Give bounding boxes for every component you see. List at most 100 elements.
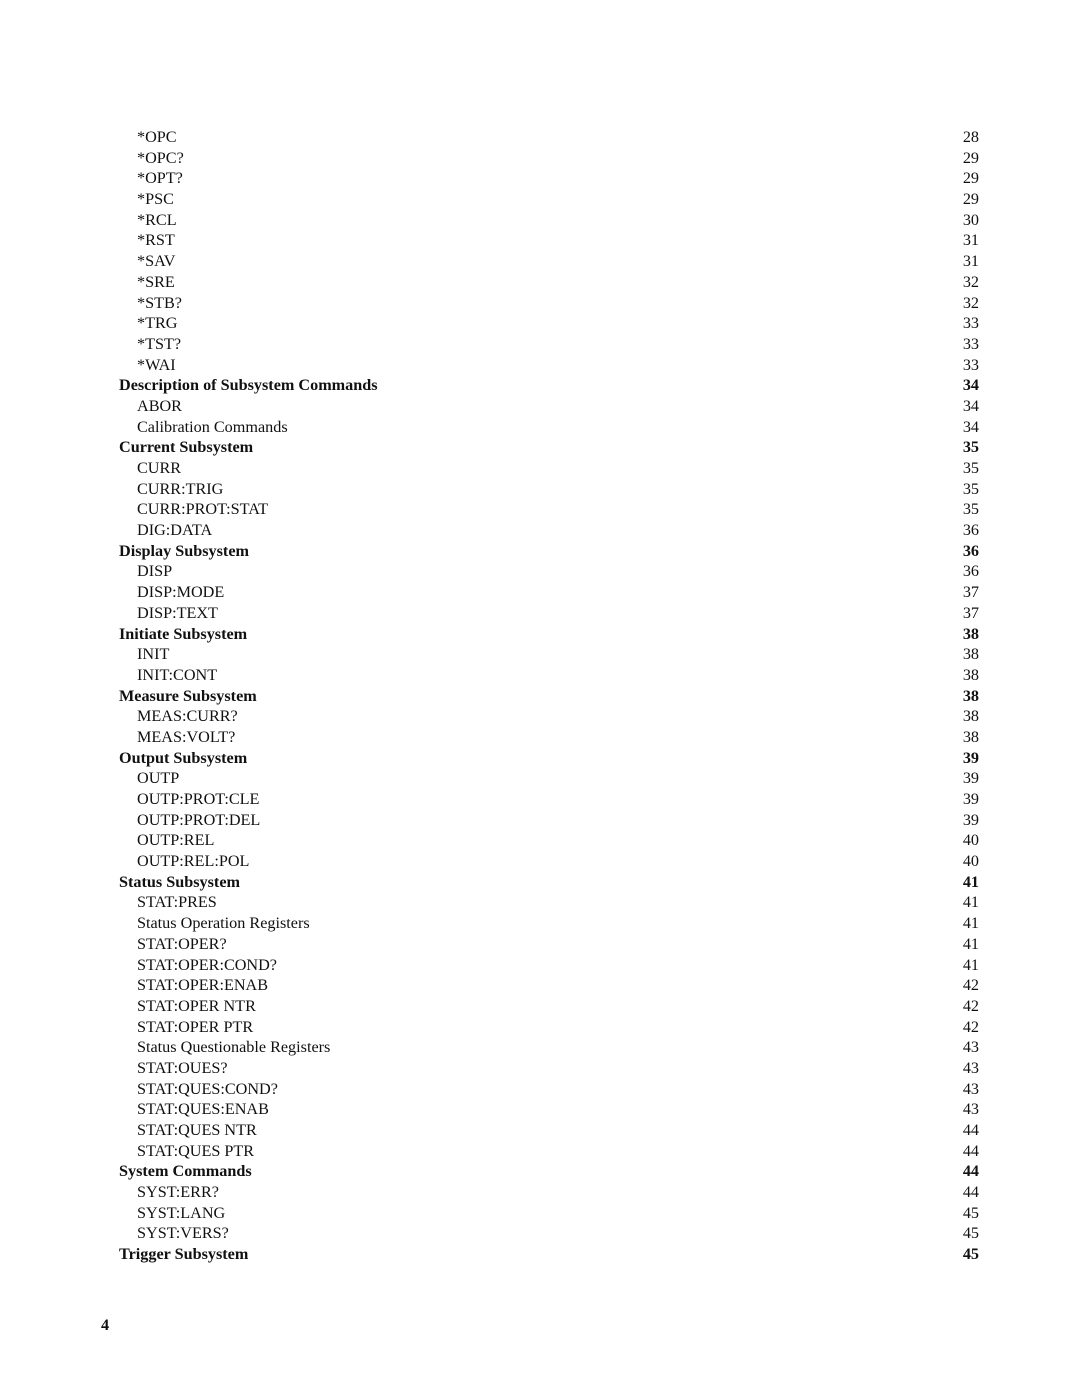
toc-entry-page-number: 38 (962, 727, 979, 746)
toc-entry-label: STAT:OPER:COND? (137, 955, 277, 974)
toc-entry-label: MEAS:CURR? (137, 707, 238, 726)
toc-entry-page-number: 35 (962, 500, 979, 519)
toc-entry[interactable]: OUTP:REL 40 (119, 830, 979, 851)
toc-entry[interactable]: SYST:ERR? 44 (119, 1182, 979, 1203)
toc-entry[interactable]: ABOR 34 (119, 396, 979, 417)
toc-entry[interactable]: DISP 36 (119, 561, 979, 582)
toc-entry[interactable]: OUTP 39 (119, 768, 979, 789)
toc-entry-label: *RST (137, 231, 175, 250)
toc-entry-page-number: 30 (962, 210, 979, 229)
toc-entry-page-number: 43 (962, 1058, 979, 1077)
toc-entry-page-number: 33 (962, 334, 979, 353)
toc-entry[interactable]: STAT:QUES:ENAB 43 (119, 1099, 979, 1120)
toc-entry-label: OUTP:PROT:CLE (137, 790, 260, 808)
toc-section-heading[interactable]: Description of Subsystem Commands 34 (119, 375, 979, 396)
toc-entry[interactable]: MEAS:CURR? 38 (119, 706, 979, 727)
toc-entry[interactable]: STAT:QUES PTR 44 (119, 1141, 979, 1162)
toc-entry[interactable]: STAT:OPER:COND? 41 (119, 955, 979, 976)
toc-entry-label: INIT (137, 645, 170, 664)
toc-entry[interactable]: *WAI 33 (119, 355, 979, 376)
toc-entry-page-number: 32 (962, 293, 979, 312)
toc-entry-page-number: 39 (962, 769, 979, 788)
toc-entry-label: *STB? (137, 293, 182, 312)
toc-section-heading[interactable]: Initiate Subsystem 38 (119, 624, 979, 645)
toc-entry-page-number: 41 (962, 914, 979, 933)
toc-entry-page-number: 40 (962, 852, 979, 871)
toc-entry-label: STAT:QUES PTR (137, 1141, 255, 1160)
toc-entry[interactable]: INIT:CONT 38 (119, 665, 979, 686)
toc-section-heading[interactable]: System Commands 44 (119, 1161, 979, 1182)
toc-entry[interactable]: *SRE 32 (119, 272, 979, 293)
toc-entry[interactable]: CURR:PROT:STAT 35 (119, 499, 979, 520)
toc-entry-page-number: 42 (962, 976, 979, 995)
toc-entry[interactable]: *OPC 28 (119, 127, 979, 148)
toc-entry-page-number: 44 (962, 1121, 979, 1139)
toc-entry-label: DISP (137, 562, 173, 581)
toc-entry[interactable]: Calibration Commands 34 (119, 417, 979, 438)
toc-entry[interactable]: Status Operation Registers 41 (119, 913, 979, 934)
toc-entry[interactable]: DIG:DATA 36 (119, 520, 979, 541)
toc-entry[interactable]: MEAS:VOLT? 38 (119, 727, 979, 748)
toc-entry[interactable]: DISP:MODE 37 (119, 582, 979, 603)
toc-entry-label: STAT:OPER PTR (137, 1017, 254, 1036)
toc-entry-page-number: 38 (962, 624, 979, 643)
toc-entry[interactable]: *OPT? 29 (119, 168, 979, 189)
toc-entry-label: SYST:ERR? (137, 1183, 219, 1202)
toc-entry[interactable]: CURR:TRIG 35 (119, 479, 979, 500)
toc-section-heading[interactable]: Output Subsystem 39 (119, 748, 979, 769)
toc-entry-label: STAT:OPER NTR (137, 996, 256, 1015)
toc-entry[interactable]: STAT:OPER? 41 (119, 934, 979, 955)
toc-entry-label: Display Subsystem (119, 541, 249, 560)
toc-entry-page-number: 39 (962, 790, 979, 808)
toc-entry[interactable]: STAT:QUES:COND? 43 (119, 1079, 979, 1100)
toc-entry-page-number: 35 (962, 459, 979, 477)
page-number: 4 (101, 1316, 110, 1334)
toc-entry-label: Status Operation Registers (137, 914, 310, 933)
toc-entry-page-number: 29 (962, 190, 979, 209)
toc-entry-page-number: 44 (962, 1162, 979, 1181)
toc-entry-label: System Commands (119, 1162, 252, 1181)
toc-entry[interactable]: *TST? 33 (119, 334, 979, 355)
toc-entry[interactable]: SYST:VERS? 45 (119, 1223, 979, 1244)
toc-entry-page-number: 36 (962, 521, 979, 540)
toc-entry-label: OUTP:PROT:DEL (137, 810, 261, 829)
toc-entry-page-number: 37 (962, 583, 979, 602)
toc-entry[interactable]: INIT 38 (119, 644, 979, 665)
toc-entry[interactable]: STAT:OUES? 43 (119, 1058, 979, 1079)
toc-entry[interactable]: *RCL 30 (119, 210, 979, 231)
toc-entry[interactable]: STAT:OPER:ENAB 42 (119, 975, 979, 996)
toc-entry-label: OUTP:REL:POL (137, 852, 250, 871)
toc-entry-page-number: 43 (962, 1038, 979, 1057)
toc-entry[interactable]: OUTP:PROT:DEL 39 (119, 810, 979, 831)
toc-section-heading[interactable]: Status Subsystem 41 (119, 872, 979, 893)
toc-entry-label: CURR:TRIG (137, 479, 224, 498)
toc-entry-page-number: 38 (962, 686, 979, 705)
toc-entry-label: CURR:PROT:STAT (137, 500, 269, 519)
toc-entry-page-number: 39 (962, 810, 979, 829)
toc-entry[interactable]: CURR 35 (119, 458, 979, 479)
toc-entry[interactable]: *TRG 33 (119, 313, 979, 334)
toc-entry[interactable]: *OPC? 29 (119, 148, 979, 169)
toc-entry[interactable]: STAT:PRES 41 (119, 892, 979, 913)
toc-entry[interactable]: DISP:TEXT 37 (119, 603, 979, 624)
toc-entry[interactable]: OUTP:REL:POL 40 (119, 851, 979, 872)
toc-entry[interactable]: OUTP:PROT:CLE 39 (119, 789, 979, 810)
toc-entry[interactable]: *SAV 31 (119, 251, 979, 272)
toc-entry[interactable]: SYST:LANG 45 (119, 1203, 979, 1224)
toc-entry[interactable]: STAT:QUES NTR 44 (119, 1120, 979, 1141)
toc-section-heading[interactable]: Measure Subsystem 38 (119, 686, 979, 707)
toc-entry-page-number: 34 (962, 376, 979, 395)
toc-section-heading[interactable]: Display Subsystem 36 (119, 541, 979, 562)
toc-entry[interactable]: STAT:OPER PTR 42 (119, 1017, 979, 1038)
toc-entry[interactable]: *STB? 32 (119, 293, 979, 314)
toc-entry[interactable]: *PSC 29 (119, 189, 979, 210)
toc-entry[interactable]: STAT:OPER NTR 42 (119, 996, 979, 1017)
toc-section-heading[interactable]: Current Subsystem 35 (119, 437, 979, 458)
toc-entry[interactable]: *RST 31 (119, 230, 979, 251)
toc-entry-label: STAT:QUES:COND? (137, 1079, 278, 1098)
toc-entry-label: Current Subsystem (119, 438, 254, 457)
toc-section-heading[interactable]: Trigger Subsystem 45 (119, 1244, 979, 1265)
toc-entry-label: STAT:QUES:ENAB (137, 1100, 269, 1119)
toc-entry[interactable]: Status Questionable Registers 43 (119, 1037, 979, 1058)
toc-entry-label: Initiate Subsystem (119, 624, 248, 643)
